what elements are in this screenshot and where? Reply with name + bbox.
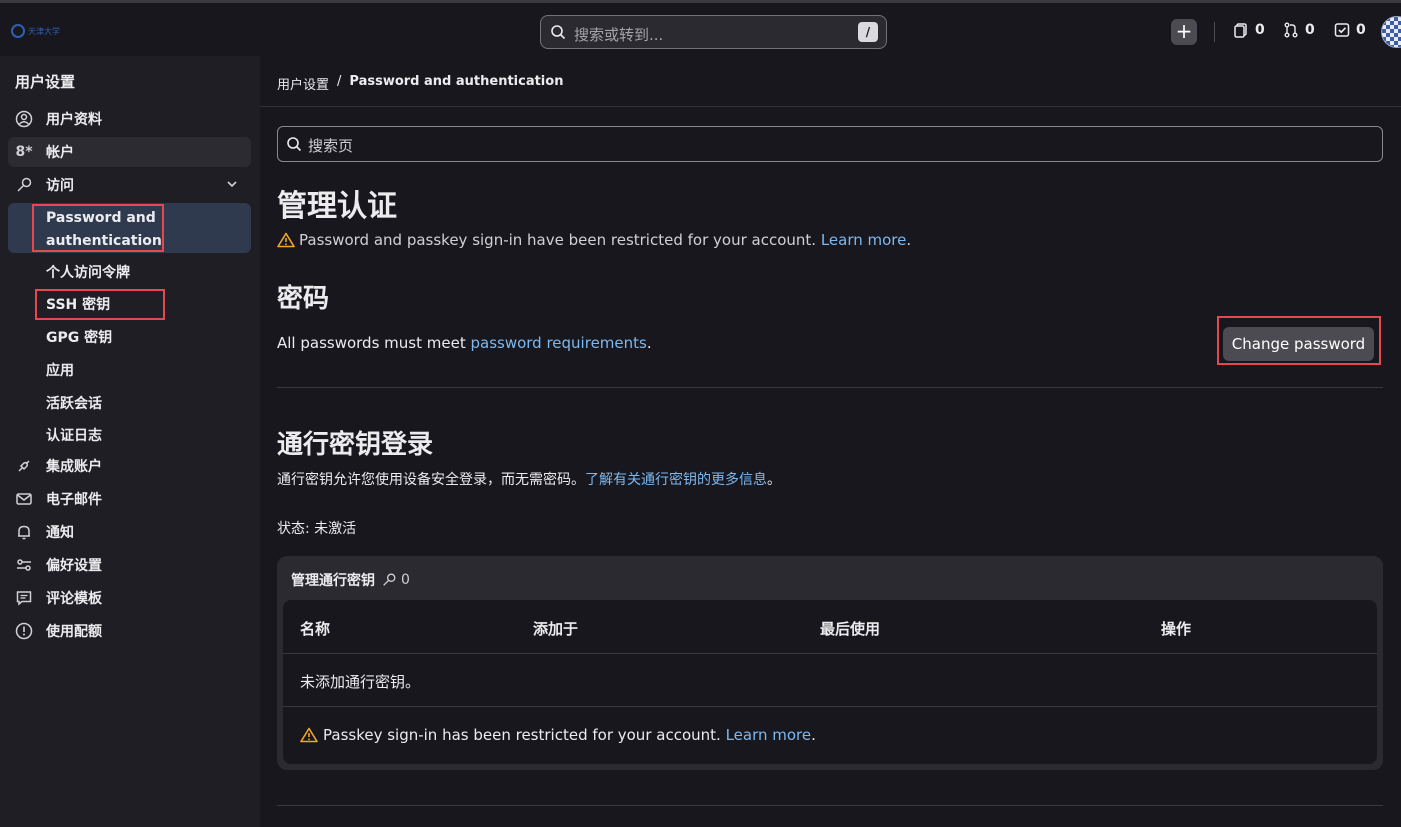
highlight-box (32, 204, 164, 252)
search-icon (551, 25, 566, 40)
preferences-sliders-icon (14, 556, 34, 574)
card-title: 管理通行密钥 (291, 573, 375, 589)
table-row: 未添加通行密钥。 (283, 653, 1377, 706)
column-header-last-used: 最后使用 (820, 620, 881, 638)
quota-gauge-icon (14, 622, 34, 640)
link-plug-icon (14, 457, 34, 475)
merge-request-icon (1284, 22, 1298, 38)
sidebar-item-profile[interactable]: 用户资料 (8, 104, 251, 134)
restriction-notice: Password and passkey sign-in have been r… (277, 231, 911, 249)
issues-count: 0 (1255, 22, 1265, 38)
chevron-down-icon (227, 181, 237, 188)
learn-more-link[interactable]: Learn more (821, 231, 907, 249)
envelope-icon (14, 490, 34, 508)
main-content: 用户设置 / Password and authentication 搜索页 管… (260, 56, 1401, 827)
todo-check-icon (1334, 23, 1350, 37)
sidebar-item-label: 集成账户 (46, 459, 102, 475)
breadcrumb-current: Password and authentication (349, 74, 564, 89)
section-divider (277, 387, 1383, 388)
sidebar-item-access[interactable]: 访问 (8, 170, 251, 200)
sidebar-item-comment-templates[interactable]: 评论模板 (8, 583, 251, 613)
sidebar-item-label: 访问 (46, 178, 74, 194)
empty-state-text: 未添加通行密钥。 (300, 673, 421, 691)
search-icon (287, 137, 302, 152)
table-row: Passkey sign-in has been restricted for … (283, 706, 1377, 764)
todos-counter[interactable]: 0 (1334, 22, 1366, 38)
passkey-learn-more-link[interactable]: 了解有关通行密钥的更多信息 (585, 472, 767, 488)
sidebar-item-integrated-accounts[interactable]: 集成账户 (8, 451, 251, 481)
bell-icon (14, 523, 34, 541)
sidebar-item-gpg-keys[interactable]: GPG 密钥 (46, 327, 112, 347)
merge-requests-count: 0 (1305, 22, 1315, 38)
password-requirements-link[interactable]: password requirements (470, 334, 646, 352)
global-search-input[interactable]: 搜索或转到... / (540, 15, 887, 49)
create-new-button[interactable]: + (1171, 19, 1197, 45)
sidebar-item-label: 电子邮件 (46, 492, 102, 508)
warning-icon (300, 727, 318, 743)
key-icon (14, 176, 34, 194)
passkey-status: 状态: 未激活 (277, 521, 357, 537)
column-header-actions: 操作 (1161, 620, 1192, 638)
sidebar-item-active-sessions[interactable]: 活跃会话 (46, 393, 102, 413)
user-circle-icon (14, 110, 34, 128)
password-section-title: 密码 (277, 284, 330, 314)
page-search-placeholder: 搜索页 (308, 137, 354, 155)
sidebar-item-label: 评论模板 (46, 591, 102, 607)
sidebar-item-label: 用户资料 (46, 112, 102, 128)
account-icon: 8* (15, 144, 33, 160)
sidebar-item-label: 使用配额 (46, 624, 102, 640)
password-requirements-text: All passwords must meet password require… (277, 334, 652, 352)
breadcrumb-bar: 用户设置 / Password and authentication (260, 56, 1401, 107)
learn-more-link[interactable]: Learn more (726, 726, 812, 744)
header-divider (1214, 22, 1215, 42)
passkey-management-card: 管理通行密钥 0 名称 添加于 最后使用 操作 未添加通行密钥。 Passkey… (277, 556, 1383, 770)
column-header-added: 添加于 (533, 620, 579, 638)
passkey-section-title: 通行密钥登录 (277, 430, 434, 460)
sidebar-item-auth-log[interactable]: 认证日志 (46, 425, 102, 445)
sidebar-item-label: 偏好设置 (46, 558, 102, 574)
highlight-box (35, 289, 165, 320)
search-shortcut-key: / (858, 22, 878, 42)
merge-requests-counter[interactable]: 0 (1283, 22, 1315, 38)
sidebar-item-account[interactable]: 8* 帐户 (8, 137, 251, 167)
breadcrumb: 用户设置 / Password and authentication (277, 74, 563, 93)
sidebar-item-personal-access-tokens[interactable]: 个人访问令牌 (46, 262, 130, 282)
page-title: 管理认证 (277, 189, 397, 224)
issues-icon (1234, 23, 1247, 38)
user-avatar[interactable] (1381, 16, 1401, 48)
restriction-text: Password and passkey sign-in have been r… (299, 231, 817, 249)
search-placeholder: 搜索或转到... (574, 26, 664, 44)
sidebar-item-usage-quotas[interactable]: 使用配额 (8, 616, 251, 646)
passkey-description: 通行密钥允许您使用设备安全登录，而无需密码。了解有关通行密钥的更多信息。 (277, 472, 781, 488)
column-header-name: 名称 (300, 620, 331, 638)
logo-wordmark: 天津大学 (28, 26, 60, 36)
highlight-box (1217, 316, 1381, 365)
passkey-count: 0 (381, 572, 410, 588)
sidebar-item-label: 通知 (46, 525, 74, 541)
breadcrumb-separator: / (337, 74, 342, 89)
sidebar-item-notifications[interactable]: 通知 (8, 517, 251, 547)
sidebar-item-preferences[interactable]: 偏好设置 (8, 550, 251, 580)
sidebar-item-emails[interactable]: 电子邮件 (8, 484, 251, 514)
passkey-table: 名称 添加于 最后使用 操作 未添加通行密钥。 Passkey sign-in … (283, 600, 1377, 764)
card-header: 管理通行密钥 0 (291, 570, 410, 590)
todos-count: 0 (1356, 22, 1366, 38)
seal-icon (11, 24, 25, 38)
settings-sidebar: 用户设置 用户资料 8* 帐户 访问 Password and authenti… (0, 56, 260, 827)
passkey-restriction-warning: Passkey sign-in has been restricted for … (300, 726, 816, 744)
breadcrumb-parent-link[interactable]: 用户设置 (277, 74, 329, 93)
page-search-input[interactable]: 搜索页 (277, 126, 1383, 162)
top-bar: 天津大学 搜索或转到... / + 0 0 0 (0, 0, 1401, 56)
sidebar-item-label: 帐户 (46, 145, 74, 161)
sidebar-title: 用户设置 (15, 73, 76, 91)
comment-icon (14, 589, 34, 607)
issues-counter[interactable]: 0 (1233, 22, 1265, 38)
sidebar-item-applications[interactable]: 应用 (46, 360, 74, 380)
section-divider (277, 805, 1383, 806)
university-logo[interactable]: 天津大学 (11, 21, 73, 41)
warning-icon (277, 232, 295, 248)
key-icon (383, 573, 396, 586)
